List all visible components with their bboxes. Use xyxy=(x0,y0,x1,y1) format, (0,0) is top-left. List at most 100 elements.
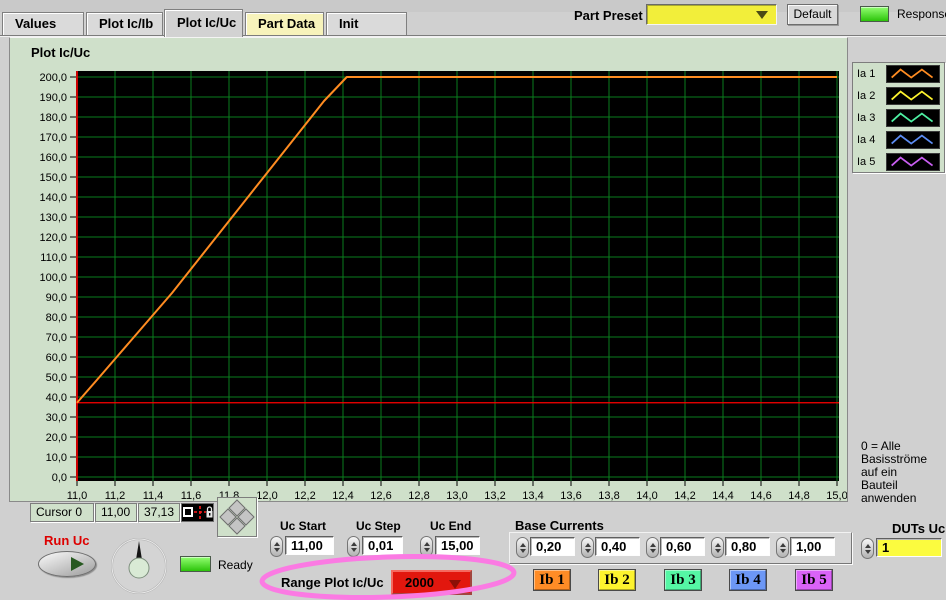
knob-control[interactable] xyxy=(106,535,172,597)
x-tick-label: 12,6 xyxy=(370,490,391,501)
base-current-4-stepper[interactable] xyxy=(711,537,724,558)
chevron-down-icon xyxy=(756,11,768,19)
y-tick-label: 190,0 xyxy=(39,92,67,104)
x-tick-label: 12,0 xyxy=(256,490,277,501)
x-tick-label: 14,4 xyxy=(712,490,733,501)
ready-label: Ready xyxy=(218,558,253,572)
y-tick-label: 180,0 xyxy=(39,112,67,124)
y-tick-label: 20,0 xyxy=(46,432,67,444)
base-current-4-field[interactable]: 0,80 xyxy=(725,537,770,556)
x-tick-label: 14,8 xyxy=(788,490,809,501)
legend-swatch-ia-5[interactable] xyxy=(886,153,940,171)
legend-swatch-ia-2[interactable] xyxy=(886,87,940,105)
ib-2-button[interactable]: Ib 2 xyxy=(598,569,636,591)
cursor-move-pad-icon[interactable] xyxy=(218,498,256,536)
run-uc-label: Run Uc xyxy=(44,533,90,548)
y-tick-label: 60,0 xyxy=(46,352,67,364)
uc-start-label: Uc Start xyxy=(280,519,326,533)
base-current-2-field[interactable]: 0,40 xyxy=(595,537,640,556)
uc-step-field[interactable]: 0,01 xyxy=(362,536,403,555)
base-current-1-stepper[interactable] xyxy=(516,537,529,558)
cursor-x-value[interactable]: 11,00 xyxy=(95,503,137,522)
legend-swatch-ia-1[interactable] xyxy=(886,65,940,83)
x-tick-label: 14,2 xyxy=(674,490,695,501)
base-currents-group: 0,20 0,40 0,60 0,80 1,00 xyxy=(509,532,852,564)
cursor-y-value[interactable]: 37,13 xyxy=(138,503,180,522)
y-tick-label: 50,0 xyxy=(46,372,67,384)
x-tick-label: 11,0 xyxy=(67,490,88,501)
y-tick-label: 150,0 xyxy=(39,172,67,184)
y-tick-label: 80,0 xyxy=(46,312,67,324)
y-tick-label: 130,0 xyxy=(39,212,67,224)
uc-end-label: Uc End xyxy=(430,519,471,533)
cursor-shape-icon[interactable] xyxy=(184,508,192,516)
xy-graph[interactable]: 0,010,020,030,040,050,060,070,080,090,01… xyxy=(10,61,847,501)
play-icon xyxy=(71,557,84,571)
range-plot-dropdown[interactable]: 2000 xyxy=(391,570,472,595)
uc-end-field[interactable]: 15,00 xyxy=(435,536,480,555)
duts-uc-field[interactable]: 1 xyxy=(876,538,942,557)
base-current-5-stepper[interactable] xyxy=(776,537,789,558)
base-current-2-stepper[interactable] xyxy=(581,537,594,558)
legend-label: Ia 5 xyxy=(857,156,875,168)
tab-values[interactable]: Values xyxy=(2,12,84,36)
x-tick-label: 13,4 xyxy=(522,490,543,501)
part-preset-dropdown[interactable] xyxy=(646,4,777,25)
tab-plot-ic-ib[interactable]: Plot Ic/Ib xyxy=(86,12,163,36)
tab-plot-ic-uc[interactable]: Plot Ic/Uc xyxy=(164,9,243,37)
x-tick-label: 12,4 xyxy=(332,490,353,501)
cursor-style-box[interactable] xyxy=(181,503,214,522)
duts-uc-stepper[interactable] xyxy=(861,538,874,559)
y-tick-label: 40,0 xyxy=(46,392,67,404)
default-button[interactable]: Default xyxy=(787,4,838,25)
y-tick-label: 160,0 xyxy=(39,152,67,164)
plot-legend: Ia 1Ia 2Ia 3Ia 4Ia 5 xyxy=(852,62,945,173)
legend-label: Ia 3 xyxy=(857,112,875,124)
y-tick-label: 170,0 xyxy=(39,132,67,144)
knob-cap xyxy=(129,558,149,578)
y-tick-label: 100,0 xyxy=(39,272,67,284)
base-currents-note: 0 = Alle Basisströme auf ein Bauteil anw… xyxy=(861,440,945,505)
x-tick-label: 12,2 xyxy=(294,490,315,501)
run-uc-button[interactable] xyxy=(38,551,96,577)
x-tick-label: 11,6 xyxy=(181,490,202,501)
y-tick-label: 70,0 xyxy=(46,332,67,344)
ib-3-button[interactable]: Ib 3 xyxy=(664,569,702,591)
legend-label: Ia 2 xyxy=(857,90,875,102)
legend-label: Ia 1 xyxy=(857,68,875,80)
base-current-3-stepper[interactable] xyxy=(646,537,659,558)
uc-start-stepper[interactable] xyxy=(270,536,283,557)
uc-start-field[interactable]: 11,00 xyxy=(285,536,334,555)
x-tick-label: 13,8 xyxy=(598,490,619,501)
range-plot-value: 2000 xyxy=(405,575,434,590)
x-tick-label: 14,6 xyxy=(750,490,771,501)
crosshair-icon[interactable] xyxy=(194,506,206,519)
cursor-move-pad[interactable] xyxy=(217,497,257,537)
ready-led xyxy=(180,556,211,572)
base-current-5-field[interactable]: 1,00 xyxy=(790,537,835,556)
application-window: { "tabs": [ { "label": "Values" }, { "la… xyxy=(0,0,946,600)
base-current-3-field[interactable]: 0,60 xyxy=(660,537,705,556)
legend-swatch-ia-4[interactable] xyxy=(886,131,940,149)
cursor-name-box[interactable]: Cursor 0 xyxy=(30,503,94,522)
graph-panel: Plot Ic/Uc 0,010,020,030,040,050,060,070… xyxy=(9,37,848,502)
graph-title: Plot Ic/Uc xyxy=(31,45,90,60)
ib-5-button[interactable]: Ib 5 xyxy=(795,569,833,591)
y-tick-label: 10,0 xyxy=(46,452,67,464)
tabbar-divider-highlight xyxy=(0,36,946,37)
legend-swatch-ia-3[interactable] xyxy=(886,109,940,127)
response-label: Response xyxy=(897,7,946,21)
x-tick-label: 13,2 xyxy=(484,490,505,501)
ib-4-button[interactable]: Ib 4 xyxy=(729,569,767,591)
uc-end-stepper[interactable] xyxy=(420,536,433,557)
y-tick-label: 200,0 xyxy=(39,72,67,84)
base-current-1-field[interactable]: 0,20 xyxy=(530,537,575,556)
uc-step-stepper[interactable] xyxy=(347,536,360,557)
x-tick-label: 11,2 xyxy=(105,490,126,501)
part-preset-label: Part Preset xyxy=(574,8,643,23)
y-tick-label: 90,0 xyxy=(46,292,67,304)
lock-icon[interactable] xyxy=(207,507,213,518)
ib-1-button[interactable]: Ib 1 xyxy=(533,569,571,591)
tab-part-data[interactable]: Part Data xyxy=(245,12,324,36)
tab-init[interactable]: Init xyxy=(326,12,407,36)
